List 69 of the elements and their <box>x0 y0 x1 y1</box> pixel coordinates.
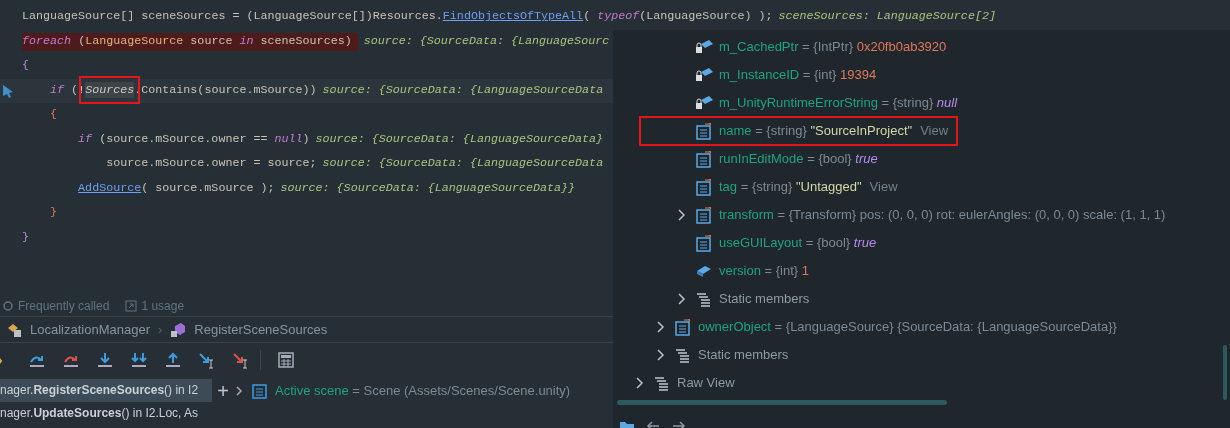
locked-field-icon <box>695 38 713 56</box>
code-line: AddSource( source.mSource ); <box>77 179 275 197</box>
property-icon <box>695 206 713 224</box>
locked-field-icon <box>695 94 713 112</box>
execution-point-icon <box>2 82 14 99</box>
variable-entry: runInEditMode = {bool} true <box>719 150 878 169</box>
variable-entry: transform = {Transform} pos: (0, 0, 0) rot: eulerAngles: (0, 0, 0) scale: (1, 1, 1) <box>719 206 1166 225</box>
property-icon <box>695 150 713 168</box>
stack-frame[interactable]: nager.UpdateSources() in I2.Loc, As <box>0 402 212 425</box>
variable-entry: version = {int} 1 <box>719 262 809 281</box>
static-members-icon <box>674 346 692 364</box>
static-members-icon <box>695 290 713 308</box>
code-line: if (source.mSource.owner == null) <box>77 130 310 148</box>
code-line: } <box>22 228 29 246</box>
jump-icon <box>125 299 138 312</box>
add-button[interactable]: + <box>217 381 229 401</box>
breadcrumb-item[interactable]: LocalizationManager <box>30 319 150 340</box>
chevron-icon[interactable] <box>656 320 666 334</box>
arrow-cursor-icon[interactable] <box>232 351 250 369</box>
property-icon <box>695 234 713 252</box>
code-line: source.mSource.owner = source; <box>105 155 317 173</box>
vertical-scrollbar[interactable] <box>1223 345 1227 400</box>
variable-entry: m_UnityRuntimeErrorString = {string} null <box>719 94 958 113</box>
breadcrumb-item[interactable]: RegisterSceneSources <box>194 319 328 340</box>
code-line: } <box>49 204 58 222</box>
table-icon <box>252 383 267 399</box>
breadcrumb-separator: › <box>157 320 163 339</box>
inline-value-hint: source: {SourceData: {LanguageSourceData <box>322 81 604 99</box>
step-into-icon[interactable] <box>130 351 148 369</box>
step-into-icon[interactable] <box>96 351 114 369</box>
code-line: LanguageSource[] sceneSources = (LanguageSource[])Resources.FindObjectsOfTypeAll( typeof(LanguageSource) ); <box>22 8 773 26</box>
chevron-icon[interactable] <box>677 208 687 222</box>
view-link[interactable]: View <box>869 177 898 197</box>
code-lens-link[interactable]: 1 usage <box>141 296 185 315</box>
property-icon <box>674 318 692 336</box>
arrow-cursor-icon[interactable] <box>198 351 216 369</box>
chevron-icon[interactable] <box>656 348 666 362</box>
code-line: { <box>49 106 58 124</box>
locked-field-icon <box>695 66 713 84</box>
variable-entry: m_CachedPtr = {IntPtr} 0x20fb0ab3920 <box>719 38 947 57</box>
code-lens-link[interactable]: Frequently called <box>18 296 110 315</box>
stack-frame[interactable]: nager.RegisterSceneSources() in I2 <box>0 379 212 402</box>
variable-entry: useGUILayout = {bool} true <box>719 234 877 253</box>
tree-node-label[interactable]: Raw View <box>677 373 735 393</box>
tree-node-label[interactable]: Static members <box>719 289 810 309</box>
chevron-icon[interactable] <box>635 376 645 390</box>
code-line: { <box>22 57 29 75</box>
inline-value-hint: sceneSources: LanguageSource[2] <box>778 8 996 26</box>
step-out-icon[interactable] <box>164 351 182 369</box>
view-link[interactable]: View <box>920 121 949 141</box>
variable-entry: ownerObject = {LanguageSource} {SourceData: {LanguageSourceData}} <box>698 318 1117 337</box>
calculator-icon[interactable] <box>277 351 295 369</box>
inline-value-hint: source: {SourceData: {LanguageSourc <box>363 32 610 50</box>
class-icon <box>6 321 22 338</box>
method-icon <box>170 321 187 338</box>
variable-entry: Active scene = Scene (Assets/Scenes/Scene.unity) <box>275 382 571 401</box>
inline-value-hint: source: {SourceData: {LanguageSourceData}} <box>280 179 576 197</box>
chevron-icon[interactable] <box>677 292 687 306</box>
variable-entry: name = {string} "SourceInProject" <box>719 122 913 141</box>
scrollbar[interactable] <box>617 400 947 405</box>
chevron-icon[interactable] <box>234 385 244 397</box>
property-icon <box>695 178 713 196</box>
variable-entry: m_InstanceID = {int} 19394 <box>719 66 877 85</box>
static-members-icon <box>653 374 671 392</box>
variable-entry: tag = {string} "Untagged" <box>719 178 862 197</box>
property-icon <box>695 122 713 140</box>
inline-value-hint: source: {SourceData: {LanguageSourceData <box>322 155 604 173</box>
inline-value-hint: source: {SourceData: {LanguageSourceData} <box>315 130 604 148</box>
tree-node-label[interactable]: Static members <box>698 345 789 365</box>
